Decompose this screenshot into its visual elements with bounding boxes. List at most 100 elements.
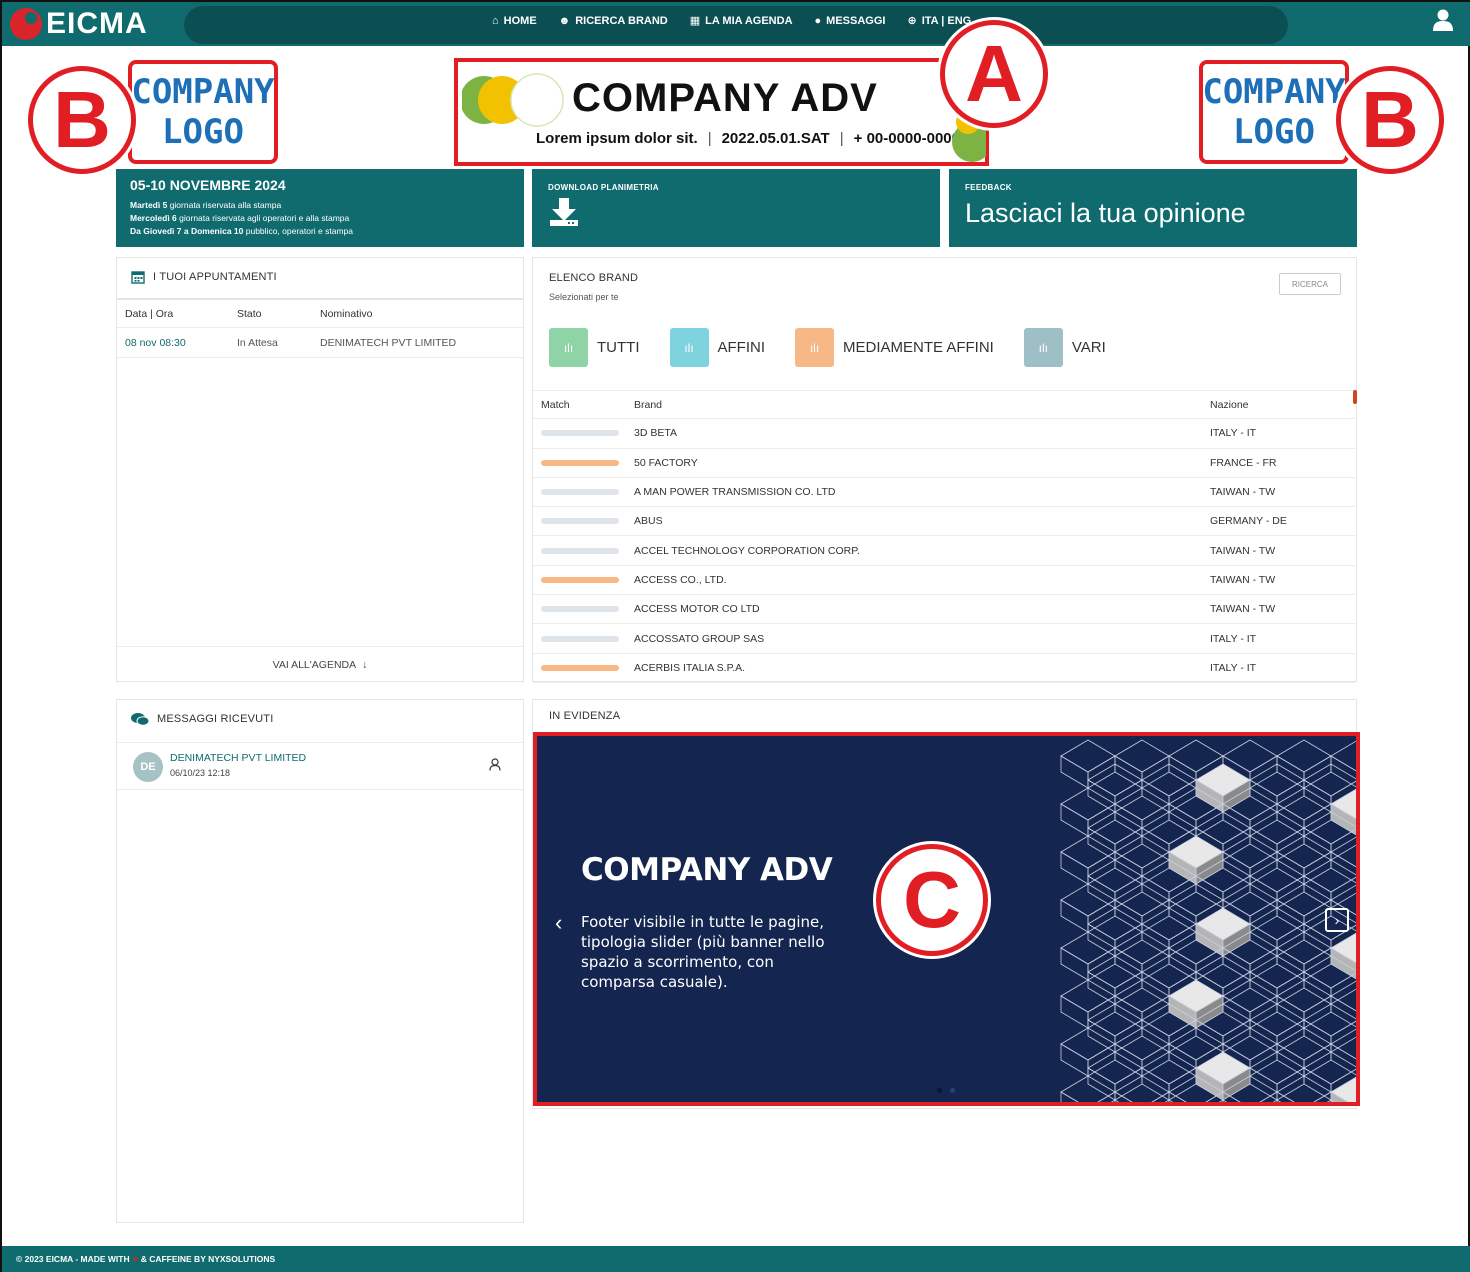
brand-rows: 3D BETA ITALY - IT 50 FACTORY FRANCE - FR A … xyxy=(533,419,1355,683)
table-row[interactable]: ACCEL TECHNOLOGY CORPORATION CORP. TAIWAN… xyxy=(533,536,1355,566)
dates-title: 05-10 NOVEMBRE 2024 xyxy=(130,177,286,193)
company-logo-left[interactable]: COMPANY LOGO xyxy=(128,60,278,164)
filter-label: MEDIAMENTE AFFINI xyxy=(843,339,994,356)
download-icon xyxy=(550,198,578,226)
annotation-badge-a: A xyxy=(940,20,1048,128)
filter-vari[interactable]: ılı VARI xyxy=(1023,328,1106,367)
person-icon[interactable] xyxy=(489,758,501,771)
col-header-country: Nazione xyxy=(1210,398,1249,411)
company-logo-right[interactable]: COMPANY LOGO xyxy=(1199,60,1349,164)
nav-language[interactable]: ⊕ ITA | ENG xyxy=(907,14,971,28)
brand-name[interactable]: ABUS xyxy=(634,515,1210,527)
col-header-status: Stato xyxy=(237,307,262,320)
chevron-right-icon[interactable]: › xyxy=(1325,908,1349,932)
go-to-agenda-link[interactable]: VAI ALL'AGENDA ↓ xyxy=(117,646,523,682)
match-cell xyxy=(541,547,634,554)
filter-affini[interactable]: ılı AFFINI xyxy=(669,328,765,367)
brand-country: FRANCE - FR xyxy=(1210,456,1277,469)
footer-left: © 2023 EICMA - MADE WITH xyxy=(16,1254,130,1264)
slider-dot[interactable] xyxy=(950,1088,955,1093)
brand-name[interactable]: ACCEL TECHNOLOGY CORPORATION CORP. xyxy=(634,545,1210,557)
list-item[interactable]: DE DENIMATECH PVT LIMITED 06/10/23 12:18 xyxy=(117,742,523,790)
filter-tutti[interactable]: ılı TUTTI xyxy=(549,328,640,367)
chart-icon: ılı xyxy=(795,328,834,367)
eicma-logo-icon xyxy=(10,8,42,40)
users-icon: ☻ xyxy=(558,14,571,27)
feedback-button[interactable]: FEEDBACK Lasciaci la tua opinione xyxy=(949,169,1357,247)
messages-header: MESSAGGI RICEVUTI xyxy=(131,712,273,726)
nav-home[interactable]: ⌂ HOME xyxy=(492,14,537,27)
scrollbar-thumb[interactable] xyxy=(1353,390,1357,404)
appointments-header: I TUOI APPUNTAMENTI xyxy=(131,270,277,284)
table-row[interactable]: 50 FACTORY FRANCE - FR xyxy=(533,449,1355,478)
dates-line: Da Giovedì 7 a Domenica 10 pubblico, ope… xyxy=(130,226,354,236)
eicma-logo[interactable]: EICMA xyxy=(10,4,148,44)
slider-dots xyxy=(937,1088,955,1093)
brand-name[interactable]: ACCOSSATO GROUP SAS xyxy=(634,633,1210,645)
match-cell xyxy=(541,664,634,671)
brand-country: TAIWAN - TW xyxy=(1210,603,1276,616)
match-cell xyxy=(541,576,634,583)
appointment-status: In Attesa xyxy=(237,336,278,349)
brand-name[interactable]: A MAN POWER TRANSMISSION CO. LTD xyxy=(634,486,1210,498)
chart-icon: ılı xyxy=(669,328,709,367)
appointment-date[interactable]: 08 nov 08:30 xyxy=(125,337,237,349)
brand-name[interactable]: ACCESS CO., LTD. xyxy=(634,574,1210,586)
brand-name[interactable]: 50 FACTORY xyxy=(634,457,1210,469)
nav-agenda[interactable]: ▦ LA MIA AGENDA xyxy=(689,14,793,28)
match-cell xyxy=(541,459,634,466)
table-row[interactable]: A MAN POWER TRANSMISSION CO. LTD TAIWAN -… xyxy=(533,478,1355,508)
download-planimetria-button[interactable]: DOWNLOAD PLANIMETRIA xyxy=(532,169,940,247)
user-account-icon[interactable] xyxy=(1432,8,1454,32)
message-time: 06/10/23 12:18 xyxy=(170,768,231,778)
cube-pattern-graphic xyxy=(1060,739,1356,1102)
filter-label: TUTTI xyxy=(597,339,640,356)
table-header-row: Match Brand Nazione xyxy=(533,390,1355,420)
feedback-caption: FEEDBACK xyxy=(965,183,1012,192)
match-bar xyxy=(541,518,619,525)
company-logo-line1: COMPANY xyxy=(1202,72,1346,112)
nav-ricerca-brand[interactable]: ☻ RICERCA BRAND xyxy=(559,14,668,27)
slider-dot[interactable] xyxy=(937,1088,942,1093)
message-sender[interactable]: DENIMATECH PVT LIMITED xyxy=(170,752,306,764)
chart-icon: ılı xyxy=(549,328,588,367)
appointments-title: I TUOI APPUNTAMENTI xyxy=(153,271,277,283)
brand-name[interactable]: ACCESS MOTOR CO LTD xyxy=(634,603,1210,615)
table-row[interactable]: ACCESS MOTOR CO LTD TAIWAN - TW xyxy=(533,595,1355,625)
table-header-row: Data | Ora Stato Nominativo xyxy=(117,298,523,328)
company-logo-line2: LOGO xyxy=(162,112,244,152)
table-row[interactable]: 3D BETA ITALY - IT xyxy=(533,419,1355,449)
table-row[interactable]: ACCOSSATO GROUP SAS ITALY - IT xyxy=(533,624,1355,654)
table-row[interactable]: ACERBIS ITALIA S.P.A. ITALY - IT xyxy=(533,654,1355,683)
brand-name[interactable]: 3D BETA xyxy=(634,427,1210,439)
feedback-text: Lasciaci la tua opinione xyxy=(965,198,1246,228)
chevron-left-icon[interactable]: ‹ xyxy=(555,910,562,936)
brand-search-button[interactable]: RICERCA xyxy=(1279,273,1341,295)
filter-label: VARI xyxy=(1071,339,1106,356)
brand-list-subtitle: Selezionati per te xyxy=(549,292,619,302)
filter-mediamente-affini[interactable]: ılı MEDIAMENTE AFFINI xyxy=(795,328,994,367)
in-evidenza-title: IN EVIDENZA xyxy=(549,710,621,722)
go-to-agenda-label: VAI ALL'AGENDA xyxy=(272,658,357,671)
match-bar xyxy=(541,635,619,642)
col-header-match: Match xyxy=(541,398,570,411)
table-row[interactable]: ABUS GERMANY - DE xyxy=(533,507,1355,537)
brand-filters: ılı TUTTI ılı AFFINI ılı MEDIAMENTE AFFI… xyxy=(549,328,1106,367)
download-caption: DOWNLOAD PLANIMETRIA xyxy=(548,183,659,192)
brand-name[interactable]: ACERBIS ITALIA S.P.A. xyxy=(634,662,1210,674)
match-cell xyxy=(541,635,634,642)
ad-title: COMPANY ADV xyxy=(572,76,878,120)
brand-country: ITALY - IT xyxy=(1210,661,1257,674)
main-nav: ⌂ HOME ☻ RICERCA BRAND ▦ LA MIA AGENDA ● MES… xyxy=(492,14,971,28)
match-bar xyxy=(541,459,619,466)
brand-country: TAIWAN - TW xyxy=(1210,486,1276,499)
chat-icon: ● xyxy=(814,14,822,27)
arrow-down-icon: ↓ xyxy=(362,658,368,671)
calendar-icon: ▦ xyxy=(689,15,701,27)
table-row[interactable]: ACCESS CO., LTD. TAIWAN - TW xyxy=(533,566,1355,596)
chat-icon xyxy=(131,713,149,726)
nav-messaggi[interactable]: ● MESSAGGI xyxy=(815,14,886,27)
table-row[interactable]: 08 nov 08:30 In Attesa DENIMATECH PVT LI… xyxy=(117,328,523,358)
annotation-badge-b-right: B xyxy=(1336,66,1444,174)
appointments-table: Data | Ora Stato Nominativo 08 nov 08:30… xyxy=(117,298,523,358)
